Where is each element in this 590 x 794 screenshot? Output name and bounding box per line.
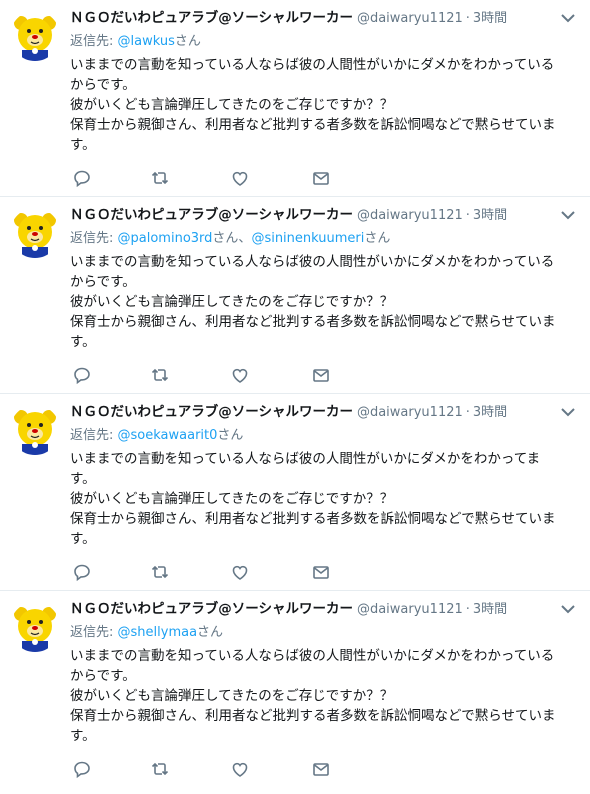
bear-avatar-icon [10,11,60,61]
mention-suffix: さん [174,34,201,49]
tweet-actions [70,365,350,385]
tweet[interactable]: ＮＧＯだいわピュアラブ@ソーシャルワーカー @daiwaryu1121 · 3時間 返… [0,0,590,197]
mention-link[interactable]: @soekawaarit0 [118,428,218,443]
display-name[interactable]: ＮＧＯだいわピュアラブ@ソーシャルワーカー [70,601,353,617]
separator-dot: · [465,602,470,617]
message-icon[interactable] [311,365,331,385]
bear-avatar-icon [10,602,60,652]
bear-avatar-icon [10,405,60,455]
timeline: ＮＧＯだいわピュアラブ@ソーシャルワーカー @daiwaryu1121 · 3時間 返… [0,0,590,788]
mention-suffix: さん [364,231,391,246]
reply-icon[interactable] [72,759,92,779]
chevron-down-icon[interactable] [560,207,576,221]
message-icon[interactable] [311,168,331,188]
mention-suffix: さん [197,625,224,640]
tweet-line: 保育士から親御さん、利用者など批判する者多数を訴訟恫喝などで黙らせていま [70,117,556,133]
reply-icon[interactable] [72,365,92,385]
tweet-line: す。 [70,137,96,153]
timestamp[interactable]: 3時間 [473,405,507,420]
reply-to-label: 返信先: [70,231,118,246]
tweet-text: いままでの言動を知っている人ならば彼の人間性がいかにダメかをわかっている からで… [70,646,585,746]
tweet[interactable]: ＮＧＯだいわピュアラブ@ソーシャルワーカー @daiwaryu1121 · 3時間 返… [0,591,590,788]
retweet-icon[interactable] [150,759,170,779]
tweet-header: ＮＧＯだいわピュアラブ@ソーシャルワーカー @daiwaryu1121 · 3時間 [70,600,507,619]
avatar[interactable] [10,208,60,258]
chevron-down-icon[interactable] [560,601,576,615]
tweet-line: す。 [70,531,96,547]
tweet-text: いままでの言動を知っている人ならば彼の人間性がいかにダメかをわかっている からで… [70,55,585,155]
tweet-line: 彼がいくども言論弾圧してきたのをご存じですか？？ [70,97,394,113]
tweet-line: す。 [70,728,96,744]
timestamp[interactable]: 3時間 [473,208,507,223]
like-icon[interactable] [230,562,250,582]
user-handle[interactable]: @daiwaryu1121 [357,11,463,26]
avatar[interactable] [10,11,60,61]
tweet-line: からです。 [70,668,136,684]
tweet-line: 保育士から親御さん、利用者など批判する者多数を訴訟恫喝などで黙らせていま [70,708,556,724]
timestamp[interactable]: 3時間 [473,11,507,26]
avatar[interactable] [10,405,60,455]
reply-to-label: 返信先: [70,625,118,640]
reply-to-label: 返信先: [70,428,118,443]
tweet-line: す。 [70,334,96,350]
tweet-actions [70,759,350,779]
display-name[interactable]: ＮＧＯだいわピュアラブ@ソーシャルワーカー [70,404,353,420]
mention-link[interactable]: @shellymaa [118,625,198,640]
tweet-line: いままでの言動を知っている人ならば彼の人間性がいかにダメかをわかっている [70,648,555,664]
separator-dot: · [465,405,470,420]
reply-to-line: 返信先: @shellymaaさん [70,624,223,642]
tweet-actions [70,562,350,582]
tweet-header: ＮＧＯだいわピュアラブ@ソーシャルワーカー @daiwaryu1121 · 3時間 [70,206,507,225]
message-icon[interactable] [311,759,331,779]
like-icon[interactable] [230,168,250,188]
reply-icon[interactable] [72,562,92,582]
tweet-text: いままでの言動を知っている人ならば彼の人間性がいかにダメかをわかっている からで… [70,252,585,352]
reply-to-line: 返信先: @soekawaarit0さん [70,427,243,445]
display-name[interactable]: ＮＧＯだいわピュアラブ@ソーシャルワーカー [70,10,353,26]
tweet-line: す。 [70,471,96,487]
tweet-actions [70,168,350,188]
reply-icon[interactable] [72,168,92,188]
tweet-text: いままでの言動を知っている人ならば彼の人間性がいかにダメかをわかってま す。 彼… [70,449,585,549]
bear-avatar-icon [10,208,60,258]
tweet-line: 保育士から親御さん、利用者など批判する者多数を訴訟恫喝などで黙らせていま [70,314,556,330]
mention-suffix: さん、 [212,231,252,246]
tweet-line: からです。 [70,274,136,290]
timestamp[interactable]: 3時間 [473,602,507,617]
tweet-line: 彼がいくども言論弾圧してきたのをご存じですか？？ [70,491,394,507]
user-handle[interactable]: @daiwaryu1121 [357,405,463,420]
mention-link[interactable]: @palomino3rd [118,231,213,246]
chevron-down-icon[interactable] [560,404,576,418]
user-handle[interactable]: @daiwaryu1121 [357,208,463,223]
retweet-icon[interactable] [150,562,170,582]
tweet-line: 彼がいくども言論弾圧してきたのをご存じですか？？ [70,294,394,310]
reply-to-line: 返信先: @palomino3rdさん、@sininenkuumeriさん [70,230,390,248]
mention-suffix: さん [217,428,244,443]
mention-link[interactable]: @lawkus [118,34,175,49]
user-handle[interactable]: @daiwaryu1121 [357,602,463,617]
tweet[interactable]: ＮＧＯだいわピュアラブ@ソーシャルワーカー @daiwaryu1121 · 3時間 返… [0,394,590,591]
display-name[interactable]: ＮＧＯだいわピュアラブ@ソーシャルワーカー [70,207,353,223]
tweet-line: 彼がいくども言論弾圧してきたのをご存じですか？？ [70,688,394,704]
chevron-down-icon[interactable] [560,10,576,24]
retweet-icon[interactable] [150,168,170,188]
tweet-line: いままでの言動を知っている人ならば彼の人間性がいかにダメかをわかってま [70,451,541,467]
reply-to-line: 返信先: @lawkusさん [70,33,201,51]
separator-dot: · [465,208,470,223]
avatar[interactable] [10,602,60,652]
tweet-line: からです。 [70,77,136,93]
tweet[interactable]: ＮＧＯだいわピュアラブ@ソーシャルワーカー @daiwaryu1121 · 3時間 返… [0,197,590,394]
retweet-icon[interactable] [150,365,170,385]
reply-to-label: 返信先: [70,34,118,49]
like-icon[interactable] [230,365,250,385]
tweet-line: いままでの言動を知っている人ならば彼の人間性がいかにダメかをわかっている [70,254,555,270]
message-icon[interactable] [311,562,331,582]
tweet-line: 保育士から親御さん、利用者など批判する者多数を訴訟恫喝などで黙らせていま [70,511,556,527]
like-icon[interactable] [230,759,250,779]
tweet-header: ＮＧＯだいわピュアラブ@ソーシャルワーカー @daiwaryu1121 · 3時間 [70,403,507,422]
tweet-line: いままでの言動を知っている人ならば彼の人間性がいかにダメかをわかっている [70,57,555,73]
separator-dot: · [465,11,470,26]
mention-link[interactable]: @sininenkuumeri [251,231,364,246]
tweet-header: ＮＧＯだいわピュアラブ@ソーシャルワーカー @daiwaryu1121 · 3時間 [70,9,507,28]
